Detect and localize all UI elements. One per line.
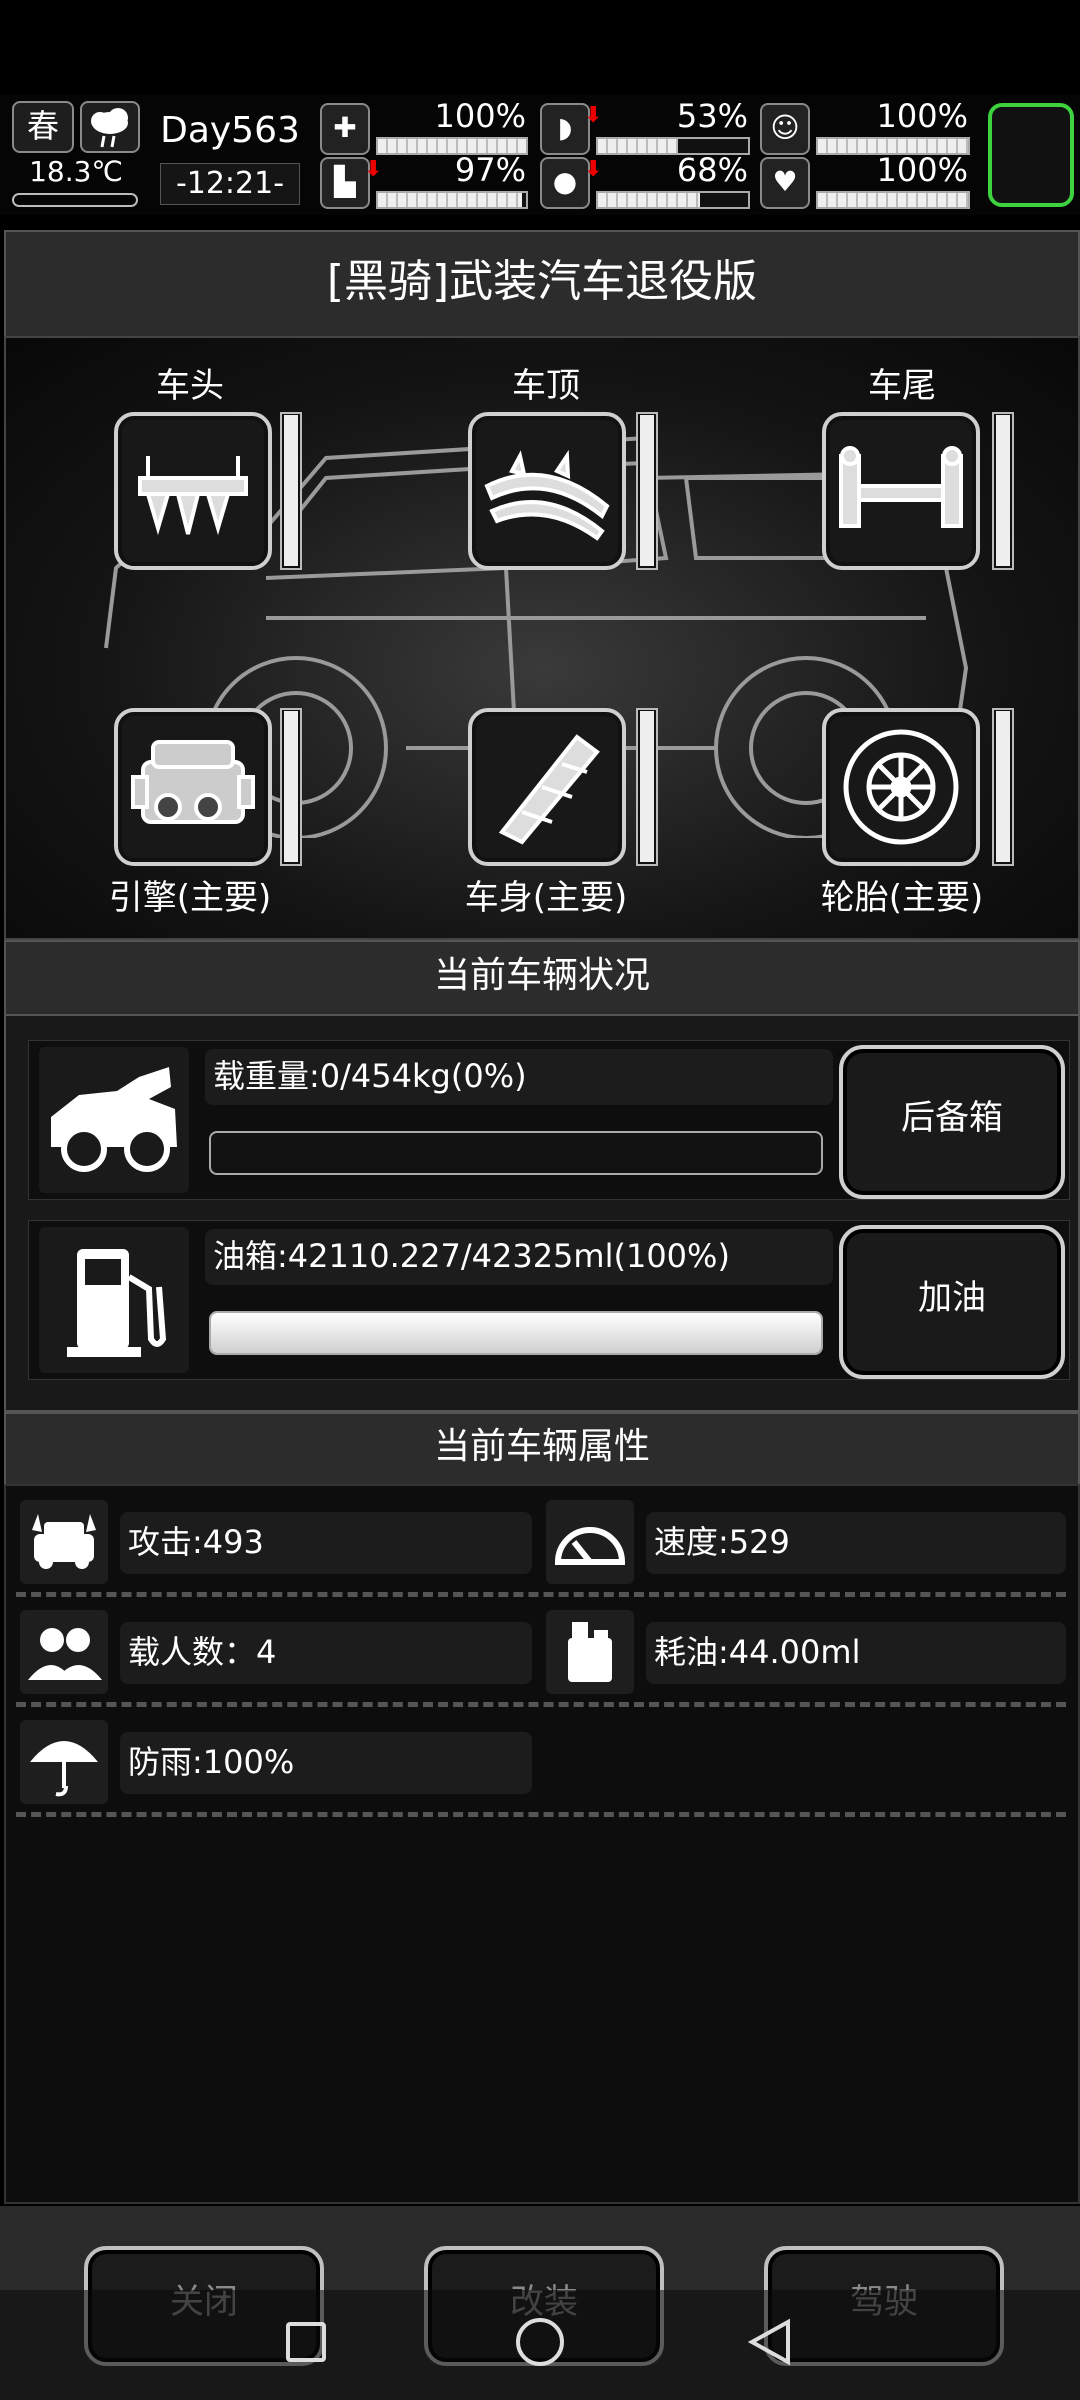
rainproof-value: 防雨:100%	[120, 1732, 532, 1794]
fuel-pump-icon	[39, 1227, 189, 1373]
people-icon	[20, 1610, 108, 1694]
durability-bar-tire	[992, 708, 1014, 866]
umbrella-icon	[20, 1720, 108, 1804]
attack-value: 攻击:493	[120, 1512, 532, 1574]
slot-front-bumper[interactable]	[114, 412, 272, 570]
vehicle-status-header: 当前车辆状况	[4, 940, 1080, 1016]
fuel-progress	[209, 1311, 823, 1355]
vehicle-attributes-header: 当前车辆属性	[4, 1412, 1080, 1486]
rear-axle-icon	[839, 446, 963, 528]
head-icon: ☺	[760, 103, 810, 155]
slot-label-body: 车身(主要)	[464, 878, 628, 918]
divider	[16, 1702, 1066, 1707]
stat-mood-value: 100%	[876, 97, 968, 135]
refuel-button[interactable]: 加油	[839, 1225, 1065, 1379]
engine-icon	[131, 740, 255, 824]
page-title: [黑骑]武装汽车退役版	[4, 230, 1080, 338]
down-arrow-icon: ⬇	[364, 157, 383, 182]
vehicle-attributes-panel: 攻击:493 速度:529 载人数：4 耗油:44.00ml 防雨:100%	[4, 1484, 1080, 2204]
trunk-button[interactable]: 后备箱	[839, 1045, 1065, 1199]
stat-heart-value: 100%	[876, 151, 968, 189]
armor-body-icon	[498, 734, 600, 845]
speed-stat: 速度:529	[546, 1500, 1066, 1584]
divider	[16, 1592, 1066, 1597]
fuel-use-value: 耗油:44.00ml	[646, 1622, 1066, 1684]
stat-stamina-value: 97%	[454, 151, 526, 189]
slot-label-tire: 轮胎(主要)	[820, 878, 984, 918]
speed-value: 速度:529	[646, 1512, 1066, 1574]
system-nav-bar	[0, 2290, 1080, 2400]
stat-health: ✚ 100%	[320, 97, 528, 155]
cloud-rain-icon	[80, 101, 140, 153]
slot-engine[interactable]	[114, 708, 272, 866]
day-counter: Day563	[160, 110, 300, 151]
seats-value: 载人数：4	[120, 1622, 532, 1684]
season-badge: 春	[12, 101, 74, 153]
seats-stat: 载人数：4	[20, 1610, 540, 1694]
stat-mood: ☺ 100%	[760, 97, 970, 155]
divider	[16, 1812, 1066, 1817]
clock: -12:21-	[160, 163, 300, 205]
durability-bar-body	[636, 708, 658, 866]
down-arrow-icon: ⬇	[584, 157, 603, 182]
vehicle-diagram: 车头 车顶 车尾 引擎(主要) 车身(主要) 轮胎(主要)	[4, 336, 1080, 940]
fuel-row: 油箱:42110.227/42325ml(100%) 加油	[28, 1220, 1070, 1380]
slot-label-engine: 引擎(主要)	[108, 878, 272, 918]
temperature: 18.3℃	[29, 155, 123, 188]
down-arrow-icon: ⬇	[584, 103, 603, 128]
durability-bar-roof	[636, 412, 658, 570]
back-icon[interactable]	[747, 2318, 792, 2370]
home-icon[interactable]	[516, 2318, 564, 2366]
oil-bottle-icon	[546, 1610, 634, 1694]
load-progress	[209, 1131, 823, 1175]
fuel-label: 油箱:42110.227/42325ml(100%)	[205, 1229, 833, 1285]
spiked-bumper-icon	[138, 456, 248, 536]
tire-icon	[843, 729, 959, 845]
attack-stat: 攻击:493	[20, 1500, 540, 1584]
stat-hunger-value: 53%	[676, 97, 748, 135]
slot-label-roof: 车顶	[512, 366, 580, 406]
slot-rear[interactable]	[822, 412, 980, 570]
stat-heart: ♥ 100%	[760, 151, 970, 209]
slot-roof[interactable]	[468, 412, 626, 570]
car-trunk-icon	[39, 1047, 189, 1193]
recent-apps-icon[interactable]	[286, 2322, 326, 2362]
durability-bar-rear	[992, 412, 1014, 570]
stat-health-value: 100%	[434, 97, 526, 135]
status-bar: 春 18.3℃ Day563 -12:21- ✚ 100% ◗ ⬇ 53% ☺ …	[0, 95, 1080, 215]
vehicle-status-panel: 载重量:0/454kg(0%) 后备箱 油箱:42110.227/42325ml…	[4, 1014, 1080, 1412]
roof-rack-icon	[484, 449, 610, 541]
slot-label-rear: 车尾	[868, 366, 936, 406]
load-label: 载重量:0/454kg(0%)	[205, 1049, 833, 1105]
foot-icon: ▙	[320, 157, 370, 209]
heart-icon: ♥	[760, 157, 810, 209]
durability-bar-engine	[280, 708, 302, 866]
slot-tire[interactable]	[822, 708, 980, 866]
armed-car-icon	[20, 1500, 108, 1584]
slot-body[interactable]	[468, 708, 626, 866]
stat-stamina: ▙ ⬇ 97%	[320, 151, 528, 209]
speedometer-icon	[546, 1500, 634, 1584]
stomach-icon: ◗	[540, 103, 590, 155]
slot-label-front: 车头	[156, 366, 224, 406]
load-row: 载重量:0/454kg(0%) 后备箱	[28, 1040, 1070, 1200]
rainproof-stat: 防雨:100%	[20, 1720, 540, 1804]
stat-hunger: ◗ ⬇ 53%	[540, 97, 750, 155]
quick-slot-button[interactable]	[988, 103, 1074, 207]
water-drop-icon: ●	[540, 157, 590, 209]
stat-thirst-value: 68%	[676, 151, 748, 189]
fuel-use-stat: 耗油:44.00ml	[546, 1610, 1066, 1694]
temperature-gauge	[12, 193, 138, 207]
medkit-icon: ✚	[320, 103, 370, 155]
durability-bar-front	[280, 412, 302, 570]
stat-thirst: ● ⬇ 68%	[540, 151, 750, 209]
